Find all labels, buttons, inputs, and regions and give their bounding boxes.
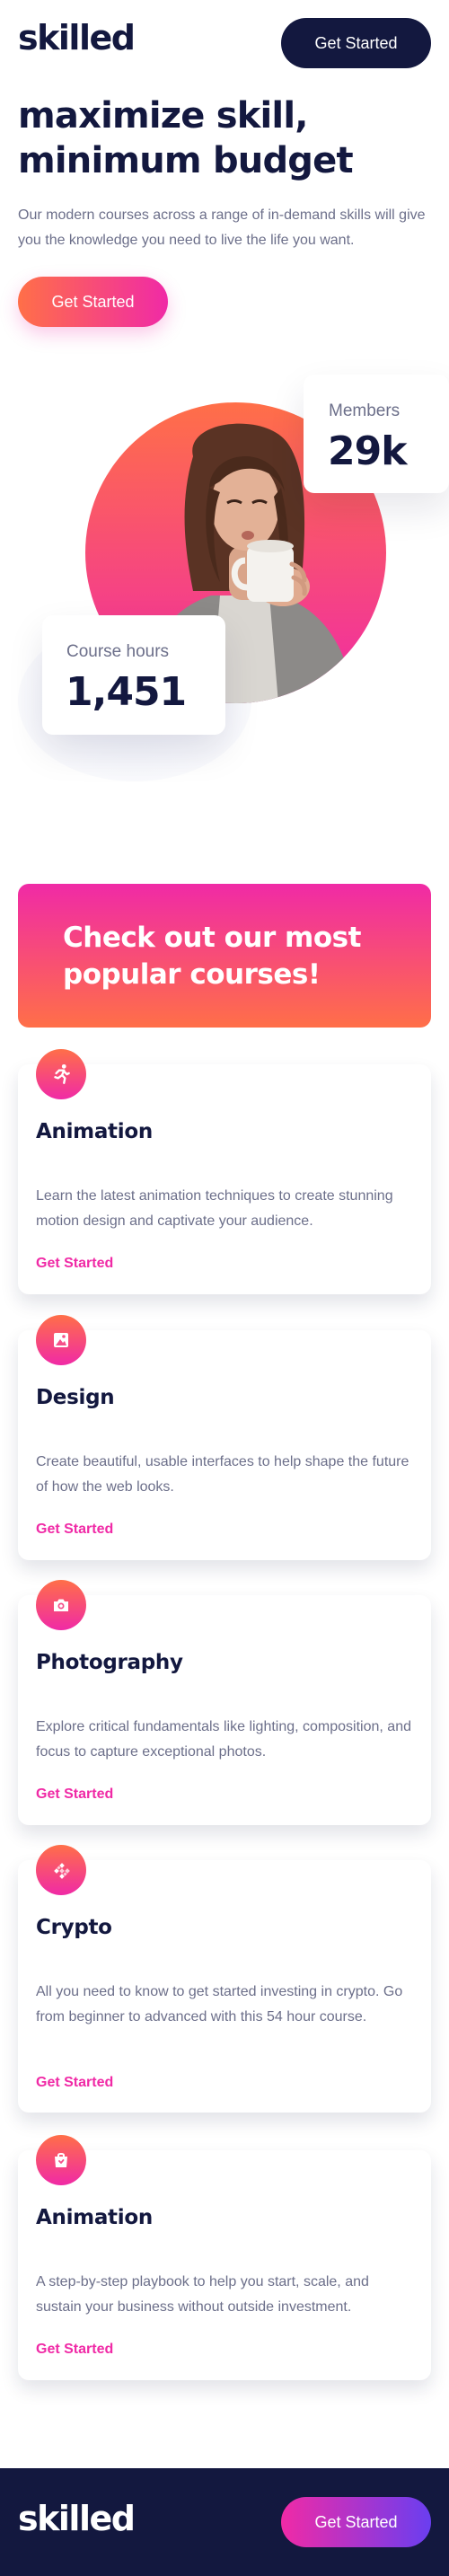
course-get-started-link[interactable]: Get Started	[36, 1522, 113, 1538]
site-footer: skilled Get Started	[0, 2468, 449, 2576]
course-title: Design	[36, 1386, 115, 1409]
hero-title: maximize skill, minimum budget	[18, 93, 431, 183]
hero-title-line-2: minimum budget	[18, 140, 354, 181]
running-person-icon	[36, 1049, 86, 1099]
course-get-started-link[interactable]: Get Started	[36, 1786, 113, 1803]
hero-get-started-button[interactable]: Get Started	[18, 277, 168, 327]
course-title: Photography	[36, 1651, 183, 1674]
members-stat-card: Members 29k	[304, 375, 449, 493]
course-description: A step-by-step playbook to help you star…	[36, 2274, 369, 2315]
site-header: skilled Get Started	[0, 0, 449, 85]
course-card-design: Design Create beautiful, usable interfac…	[18, 1315, 431, 1560]
course-card-crypto: Crypto All you need to know to get start…	[18, 1845, 431, 2113]
hero-title-line-1: maximize skill,	[18, 95, 308, 137]
logo[interactable]: skilled	[18, 18, 136, 57]
course-title: Animation	[36, 1120, 153, 1143]
course-card-business: Animation A step-by-step playbook to hel…	[18, 2135, 431, 2380]
footer-get-started-button[interactable]: Get Started	[281, 2497, 431, 2547]
hero-description: Our modern courses across a range of in-…	[18, 207, 426, 248]
course-get-started-link[interactable]: Get Started	[36, 1256, 113, 1272]
members-stat-label: Members	[329, 401, 401, 420]
courses-title-line-2: popular courses!	[63, 958, 321, 991]
shopping-bag-icon	[36, 2135, 86, 2185]
course-hours-stat-label: Course hours	[66, 642, 170, 661]
course-title: Crypto	[36, 1916, 112, 1939]
course-hours-stat-value: 1,451	[66, 669, 187, 715]
header-get-started-button[interactable]: Get Started	[281, 18, 431, 68]
course-description: Create beautiful, usable interfaces to h…	[36, 1454, 409, 1495]
course-hours-stat-card: Course hours 1,451	[42, 615, 225, 735]
courses-banner: Check out our most popular courses!	[18, 884, 431, 1028]
courses-title-line-1: Check out our most	[63, 922, 361, 954]
design-image-icon	[36, 1315, 86, 1365]
hero-illustration: Members 29k Course hours 1,451	[0, 359, 449, 826]
crypto-icon	[36, 1845, 86, 1895]
course-card-animation: Animation Learn the latest animation tec…	[18, 1049, 431, 1294]
course-description: All you need to know to get started inve…	[36, 1984, 403, 2025]
footer-logo[interactable]: skilled	[18, 2499, 136, 2538]
course-card-photography: Photography Explore critical fundamental…	[18, 1580, 431, 1825]
members-stat-value: 29k	[328, 428, 407, 474]
course-title: Animation	[36, 2206, 153, 2229]
course-description: Explore critical fundamentals like light…	[36, 1719, 411, 1760]
course-description: Learn the latest animation techniques to…	[36, 1188, 393, 1229]
course-get-started-link[interactable]: Get Started	[36, 2075, 113, 2091]
camera-icon	[36, 1580, 86, 1630]
course-get-started-link[interactable]: Get Started	[36, 2342, 113, 2358]
courses-section-title: Check out our most popular courses!	[63, 920, 386, 993]
